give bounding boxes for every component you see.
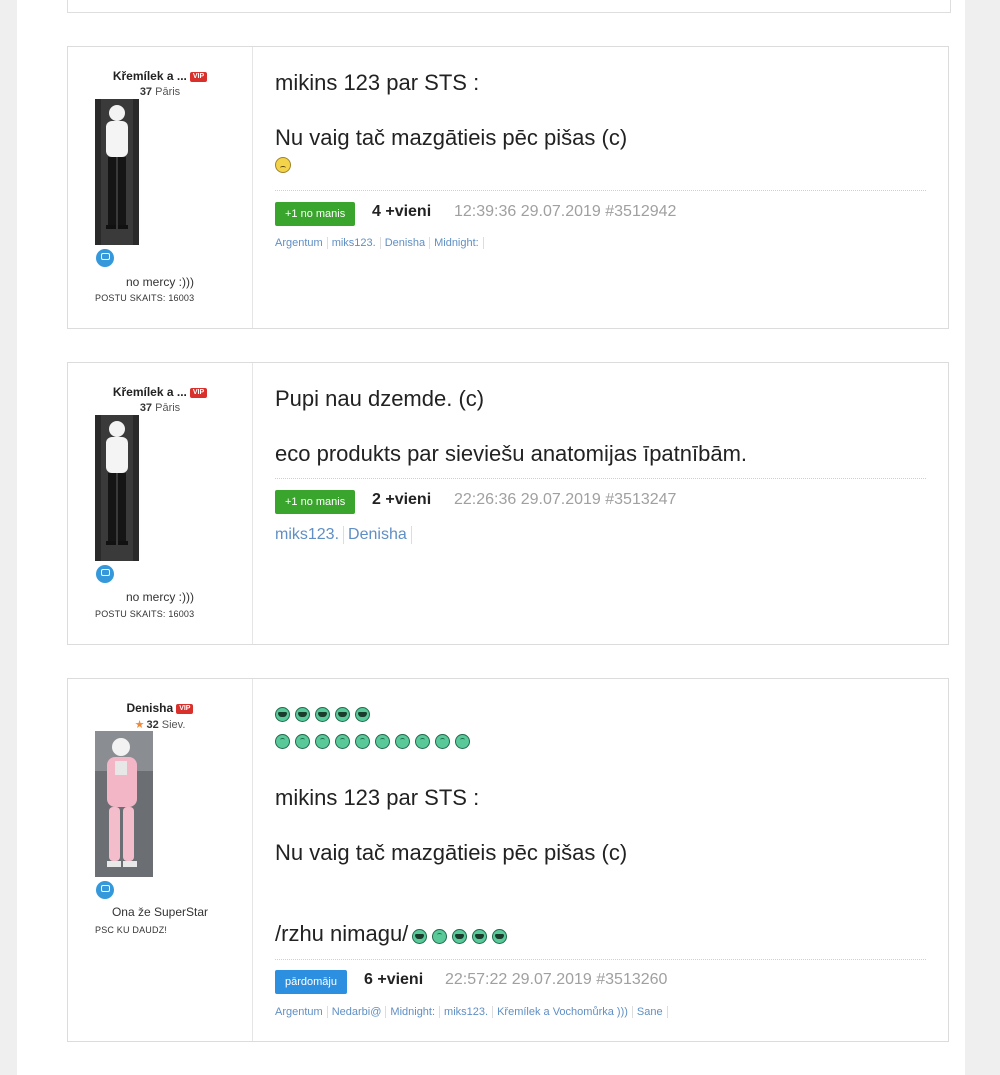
forum-post: Denisha VIP ★ 32 Siev. Ona že SuperStar PS… [67, 678, 949, 1042]
voters-list: Argentum miks123. Denisha Midnight: [275, 237, 484, 249]
smiling-face-emoji [315, 734, 330, 750]
author-panel: Denisha VIP ★ 32 Siev. Ona že SuperStar PS… [68, 679, 253, 1041]
laughing-face-emoji [335, 707, 350, 723]
post-timestamp[interactable]: 12:39:36 29.07.2019 #3512942 [454, 203, 676, 221]
forum-post: Křemílek a ... VIP 37 Pāris no mercy :)))… [67, 362, 949, 645]
smiling-face-emoji [395, 734, 410, 750]
post-timestamp[interactable]: 22:57:22 29.07.2019 #3513260 [445, 971, 667, 989]
speech-bubble-icon[interactable] [96, 565, 114, 583]
smiling-face-emoji [432, 928, 448, 944]
author-meta: 37 Pāris [139, 86, 181, 98]
author-motto: Ona že SuperStar [111, 905, 209, 919]
post-count: PSC KU DAUDZ! [95, 925, 168, 935]
author-motto: no mercy :))) [125, 275, 194, 289]
forum-page: Křemílek a ... VIP 37 Pāris no mercy :)))… [17, 0, 965, 1075]
sad-face-emoji [275, 157, 291, 173]
smiling-face-emoji [455, 734, 470, 750]
author-motto: no mercy :))) [125, 590, 194, 604]
post-text-line: Pupi nau dzemde. (c) [275, 386, 485, 411]
voter-link[interactable]: Midnight: [430, 237, 484, 249]
voter-link[interactable]: Denisha [344, 526, 412, 544]
avatar[interactable] [95, 99, 139, 245]
emoji-row [275, 706, 375, 724]
previous-post-edge [67, 0, 951, 13]
emoji-group [412, 922, 512, 948]
post-text-line: Nu vaig tač mazgātieis pēc pišas (c) [275, 840, 628, 865]
laughing-face-emoji [275, 707, 290, 723]
author-meta: ★ 32 Siev. [134, 719, 186, 731]
speech-bubble-icon[interactable] [96, 249, 114, 267]
vip-badge: VIP [176, 704, 194, 714]
avatar[interactable] [95, 731, 153, 877]
vip-badge: VIP [189, 388, 208, 398]
voter-link[interactable]: Denisha [381, 237, 431, 249]
divider [275, 959, 926, 960]
post-count: POSTU SKAITS: 16003 [95, 293, 195, 303]
laughing-face-emoji [412, 928, 428, 944]
post-count: POSTU SKAITS: 16003 [95, 609, 195, 619]
avatar[interactable] [95, 415, 139, 561]
voter-link[interactable]: Argentum [275, 237, 328, 249]
laughing-face-emoji [315, 707, 330, 723]
divider [275, 478, 926, 479]
smiling-face-emoji [355, 734, 370, 750]
laughing-face-emoji [295, 707, 310, 723]
post-text-line: mikins 123 par STS : [275, 70, 480, 95]
voter-link[interactable]: Sane [633, 1006, 668, 1018]
plus-one-button[interactable]: +1 no manis [275, 490, 356, 514]
voter-link[interactable]: miks123. [275, 526, 345, 544]
post-text-line: eco produkts par sieviešu anatomijas īpa… [275, 441, 748, 466]
smiling-face-emoji [295, 734, 310, 750]
star-icon: ★ [134, 719, 145, 731]
author-meta: 37 Pāris [139, 402, 181, 414]
smiling-face-emoji [275, 734, 290, 750]
laughing-face-emoji [492, 928, 508, 944]
laughing-face-emoji [355, 707, 370, 723]
post-timestamp[interactable]: 22:26:36 29.07.2019 #3513247 [454, 491, 676, 509]
smiling-face-emoji [375, 734, 390, 750]
post-text-line: mikins 123 par STS : [275, 785, 480, 810]
voters-list: miks123. Denisha [275, 526, 412, 544]
voter-link[interactable]: Křemílek a Vochomůrka ))) [493, 1006, 633, 1018]
voter-link[interactable]: miks123. [440, 1006, 494, 1018]
author-panel: Křemílek a ... VIP 37 Pāris no mercy :)))… [68, 47, 253, 328]
emoji-row [275, 733, 475, 751]
smiling-face-emoji [415, 734, 430, 750]
smiling-face-emoji [335, 734, 350, 750]
author-panel: Křemílek a ... VIP 37 Pāris no mercy :)))… [68, 363, 253, 644]
voter-link[interactable]: miks123. [328, 237, 381, 249]
laughing-face-emoji [452, 928, 468, 944]
laughing-face-emoji [472, 928, 488, 944]
forum-post: Křemílek a ... VIP 37 Pāris no mercy :)))… [67, 46, 949, 329]
post-text-line: Nu vaig tač mazgātieis pēc pišas (c) [275, 125, 628, 150]
voter-link[interactable]: Nedarbi@ [328, 1006, 387, 1018]
voter-link[interactable]: Midnight: [386, 1006, 441, 1018]
author-name[interactable]: Křemílek a ... VIP [68, 385, 252, 399]
smiling-face-emoji [435, 734, 450, 750]
author-name[interactable]: Denisha VIP [68, 701, 252, 715]
speech-bubble-icon[interactable] [96, 881, 114, 899]
post-text-line: /rzhu nimagu/ [275, 921, 512, 948]
vip-badge: VIP [189, 72, 208, 82]
reconsider-button[interactable]: pārdomāju [275, 970, 347, 994]
plus-one-button[interactable]: +1 no manis [275, 202, 356, 226]
author-name[interactable]: Křemílek a ... VIP [68, 69, 252, 83]
voter-link[interactable]: Argentum [275, 1006, 328, 1018]
divider [275, 190, 926, 191]
plus-count[interactable]: 6 +vieni [364, 971, 423, 989]
plus-count[interactable]: 2 +vieni [372, 491, 431, 509]
voters-list: Argentum Nedarbi@ Midnight: miks123. Křemíle… [275, 1006, 668, 1018]
plus-count[interactable]: 4 +vieni [372, 203, 431, 221]
